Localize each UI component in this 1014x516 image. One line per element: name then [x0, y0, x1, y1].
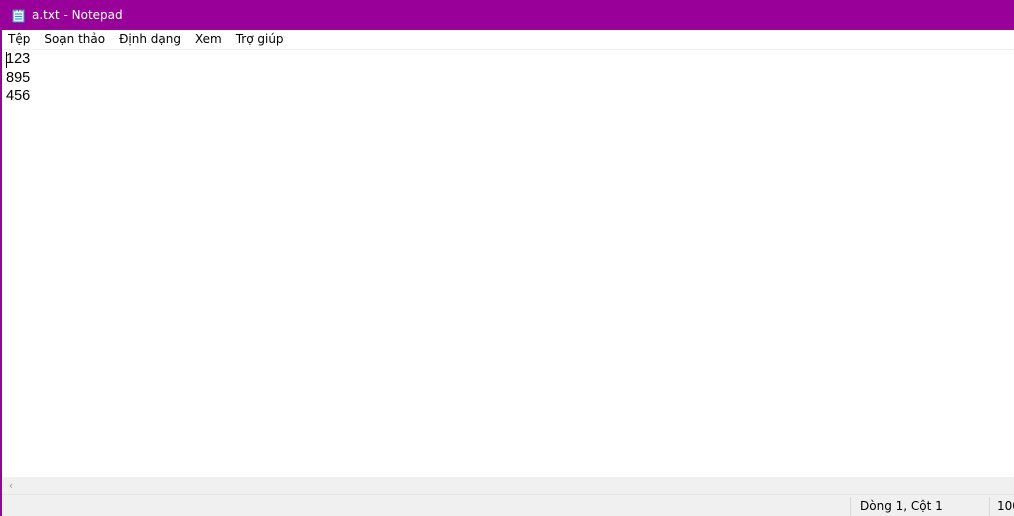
chevron-left-icon[interactable]: ‹: [5, 477, 17, 494]
menu-edit[interactable]: Soạn thảo: [37, 30, 112, 49]
window-title: a.txt - Notepad: [32, 8, 123, 22]
menu-view[interactable]: Xem: [188, 30, 229, 49]
menu-format[interactable]: Định dạng: [112, 30, 188, 49]
horizontal-scrollbar[interactable]: ‹: [2, 477, 1014, 494]
title-bar[interactable]: a.txt - Notepad: [0, 0, 1014, 30]
text-caret: [6, 52, 7, 68]
text-line: 895: [6, 69, 31, 86]
status-divider: [989, 497, 990, 516]
window-left-border: [0, 0, 2, 516]
menu-help[interactable]: Trợ giúp: [229, 30, 291, 49]
menu-bar: Tệp Soạn thảo Định dạng Xem Trợ giúp: [2, 30, 1014, 50]
text-editor[interactable]: 123 895 456: [2, 50, 1014, 477]
cursor-position: Dòng 1, Cột 1: [860, 499, 943, 513]
menu-file[interactable]: Tệp: [2, 30, 37, 49]
status-divider: [850, 497, 851, 516]
notepad-icon: [12, 8, 25, 23]
notepad-window: a.txt - Notepad Tệp Soạn thảo Định dạng …: [0, 0, 1014, 516]
text-line: 123: [6, 51, 31, 67]
zoom-level: 100: [997, 499, 1014, 513]
editor-content: 123 895 456: [6, 50, 30, 106]
status-bar: Dòng 1, Cột 1 100: [2, 494, 1014, 516]
text-line: 456: [6, 88, 31, 104]
